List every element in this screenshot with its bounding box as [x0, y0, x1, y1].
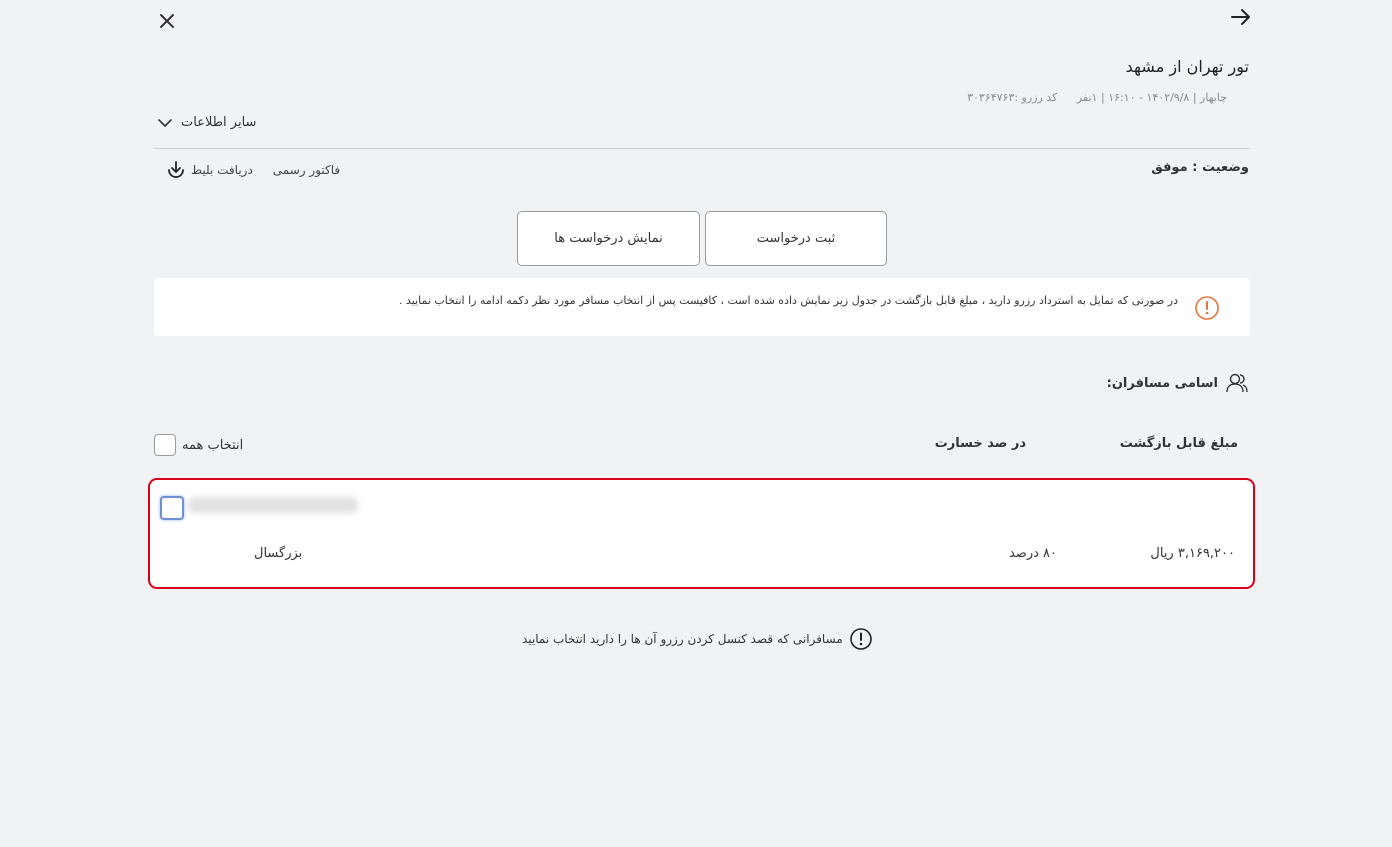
select-all-checkbox[interactable]: [154, 434, 176, 456]
column-header-loss: در صد خسارت: [934, 436, 1026, 451]
status-text: وضعیت : موفق: [1151, 160, 1249, 175]
reservation-code: کد رزرو :۳۰۳۶۴۷۶۳: [967, 91, 1058, 104]
ticket-label: دریافت بلیط: [191, 163, 253, 177]
chevron-down-icon: [158, 118, 172, 127]
close-icon[interactable]: [156, 10, 178, 32]
invoice-label: فاکتور رسمی: [272, 163, 341, 177]
passengers-title: اسامی مسافران:: [1106, 375, 1218, 391]
passengers-heading: اسامی مسافران:: [1107, 370, 1250, 396]
passenger-checkbox[interactable]: [160, 496, 184, 520]
users-icon: [1226, 373, 1248, 393]
more-info-toggle[interactable]: سایر اطلاعات: [157, 115, 256, 130]
tour-subtitle: چابهار | ۱۴۰۲/۹/۸ - ۱۶:۱۰ | ۱نفر کد رزرو…: [967, 91, 1227, 104]
tour-title: تور تهران از مشهد: [1125, 57, 1249, 76]
download-icon: [168, 161, 184, 178]
ticket-download-link[interactable]: دریافت بلیط: [165, 159, 253, 181]
arrow-right-icon[interactable]: [1229, 6, 1253, 28]
show-requests-button[interactable]: نمایش درخواست ها: [517, 211, 700, 266]
passenger-row: بزرگسال ۸۰ درصد ۳,۱۶۹,۲۰۰ ریال: [148, 478, 1255, 589]
footer-note-text: مسافرانی که قصد کنسل کردن رزرو آن ها را …: [522, 632, 843, 646]
select-all[interactable]: انتخاب همه: [154, 434, 243, 456]
tour-details: چابهار | ۱۴۰۲/۹/۸ - ۱۶:۱۰ | ۱نفر: [1076, 91, 1227, 104]
refund-info-alert: در صورتی که تمایل به استرداد رزرو دارید …: [154, 278, 1250, 336]
more-info-label: سایر اطلاعات: [181, 115, 257, 130]
document-links: فاکتور رسمی دریافت بلیط: [165, 159, 340, 181]
passenger-refund-amount: ۳,۱۶۹,۲۰۰ ریال: [1150, 546, 1235, 561]
info-icon: [849, 628, 872, 650]
alert-text: در صورتی که تمایل به استرداد رزرو دارید …: [398, 294, 1178, 307]
column-header-refund: مبلغ قابل بازگشت: [1119, 436, 1238, 451]
passenger-loss-percent: ۸۰ درصد: [1008, 546, 1057, 561]
passenger-name-blurred: [188, 497, 358, 513]
passenger-type: بزرگسال: [254, 546, 303, 561]
footer-note: مسافرانی که قصد کنسل کردن رزرو آن ها را …: [522, 627, 873, 651]
select-all-label: انتخاب همه: [182, 437, 244, 453]
register-request-button[interactable]: ثبت درخواست: [705, 211, 887, 266]
divider: [154, 148, 1250, 149]
refund-page: تور تهران از مشهد چابهار | ۱۴۰۲/۹/۸ - ۱۶…: [0, 0, 1392, 847]
show-requests-label: نمایش درخواست ها: [554, 231, 663, 246]
register-request-label: ثبت درخواست: [756, 231, 836, 246]
invoice-link[interactable]: فاکتور رسمی: [273, 163, 340, 177]
warning-icon: [1194, 295, 1220, 321]
